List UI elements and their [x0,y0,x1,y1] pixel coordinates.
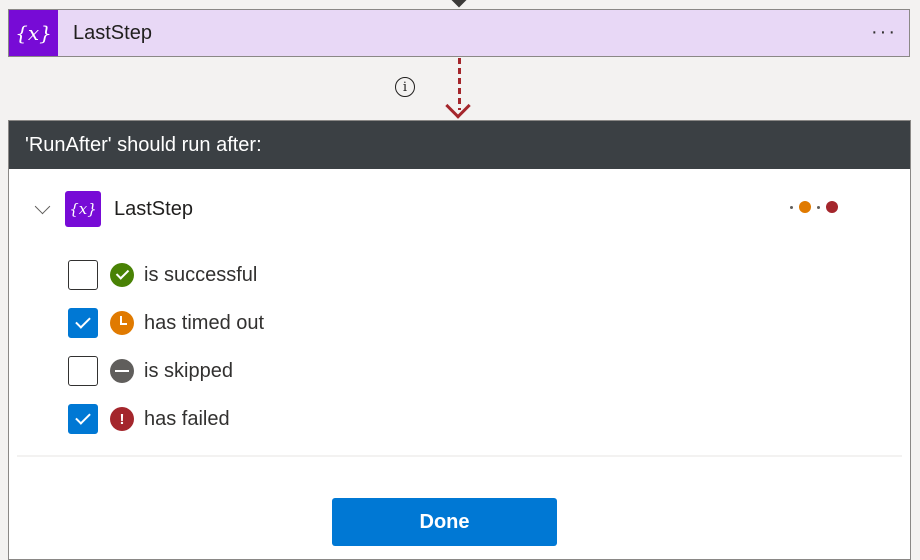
failed-dot [826,201,838,213]
separator-dot [817,205,820,209]
run-after-options: is successful has timed out is skipped !… [68,251,264,443]
checkbox[interactable] [68,260,98,290]
clock-icon [110,311,134,335]
panel-header: 'RunAfter' should run after: [9,121,910,169]
timed-out-dot [799,201,811,213]
step-title: LastStep [114,197,193,220]
incoming-arrow-icon [450,0,468,8]
option-label: is skipped [144,359,233,382]
success-check-icon [110,263,134,287]
action-card-laststep[interactable]: {x} LastStep ··· [8,9,910,57]
step-row[interactable]: {x} LastStep [34,191,193,227]
option-is-skipped[interactable]: is skipped [68,347,264,395]
variable-icon: {x} [65,191,101,227]
info-icon[interactable]: i [395,77,415,97]
option-label: is successful [144,263,258,286]
skipped-icon [110,359,134,383]
option-has-failed[interactable]: ! has failed [68,395,264,443]
checkbox-checked[interactable] [68,308,98,338]
action-title: LastStep [73,21,152,44]
connector-arrow-icon [445,93,471,119]
separator-dot [790,205,793,209]
checkbox[interactable] [68,356,98,386]
variable-icon: {x} [9,10,58,56]
option-label: has failed [144,407,230,430]
more-options-button[interactable]: ··· [871,21,897,44]
chevron-down-icon[interactable] [34,198,51,214]
error-icon: ! [110,407,134,431]
option-is-successful[interactable]: is successful [68,251,264,299]
run-after-panel: 'RunAfter' should run after: {x} LastSte… [8,120,911,560]
done-button[interactable]: Done [332,498,557,546]
checkbox-checked[interactable] [68,404,98,434]
status-summary [784,201,838,213]
option-label: has timed out [144,311,265,334]
divider [17,455,902,457]
option-has-timed-out[interactable]: has timed out [68,299,264,347]
